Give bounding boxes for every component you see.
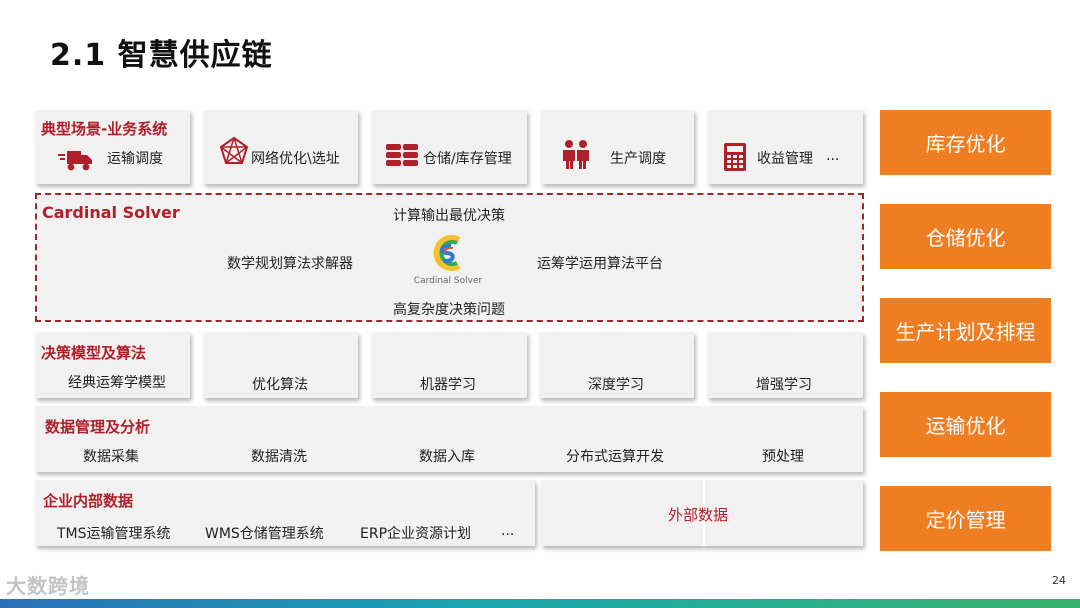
internal-item-wms: WMS仓储管理系统 — [205, 526, 324, 542]
models-section-title: 决策模型及算法 — [41, 344, 147, 362]
internal-data-title: 企业内部数据 — [43, 492, 134, 510]
watermark: 大数跨境 — [6, 574, 90, 598]
models-box-rl: 增强学习 — [707, 332, 863, 398]
app-transport-optimization: 运输优化 — [880, 392, 1051, 457]
network-icon — [219, 136, 249, 164]
solver-bottom-text: 高复杂度决策问题 — [393, 302, 505, 318]
solver-top-text: 计算输出最优决策 — [393, 208, 505, 224]
models-item-classic: 经典运筹学模型 — [68, 375, 166, 391]
models-box-ml: 机器学习 — [371, 332, 527, 398]
scenario-box-warehouse: 仓储/库存管理 — [371, 110, 527, 184]
models-item-ml: 机器学习 — [420, 377, 476, 393]
app-warehouse-label: 仓储优化 — [925, 226, 1006, 250]
app-inventory-optimization: 库存优化 — [880, 110, 1051, 175]
app-production-label: 生产计划及排程 — [895, 320, 1036, 344]
scenario-label-warehouse: 仓储/库存管理 — [423, 151, 512, 167]
scenario-box-transport: 典型场景-业务系统 运输调度 — [35, 110, 190, 184]
page-number: 24 — [1052, 574, 1066, 587]
data-item-preprocessing: 预处理 — [762, 449, 804, 465]
internal-item-erp: ERP企业资源计划 — [360, 526, 472, 542]
app-inventory-label: 库存优化 — [925, 132, 1006, 156]
data-item-collection: 数据采集 — [83, 449, 139, 465]
footer-bar — [0, 599, 1080, 608]
internal-item-tms: TMS运输管理系统 — [57, 526, 171, 542]
truck-icon — [58, 151, 92, 171]
solver-right-text: 运筹学运用算法平台 — [537, 256, 663, 272]
solver-left-text: 数学规划算法求解器 — [227, 256, 353, 272]
scenario-box-revenue: 收益管理 ... — [707, 110, 863, 184]
models-item-optimization: 优化算法 — [252, 377, 308, 393]
database-icon — [386, 144, 418, 166]
scenario-label-revenue: 收益管理 — [757, 151, 813, 167]
scenario-ellipsis: ... — [826, 148, 840, 164]
scenario-box-network: 网络优化\选址 — [203, 110, 358, 184]
models-box-classic: 决策模型及算法 经典运筹学模型 — [35, 332, 190, 398]
calculator-icon — [724, 143, 746, 171]
data-management-title: 数据管理及分析 — [45, 418, 151, 436]
external-data-box: 外部数据 — [541, 480, 863, 546]
scenario-label-transport: 运输调度 — [107, 151, 163, 167]
data-item-distributed: 分布式运算开发 — [566, 449, 664, 465]
data-management-box: 数据管理及分析 数据采集 数据清洗 数据入库 分布式运算开发 预处理 — [35, 406, 863, 472]
page-title: 2.1 智慧供应链 — [50, 38, 273, 73]
data-item-cleaning: 数据清洗 — [251, 449, 307, 465]
scenario-section-title: 典型场景-业务系统 — [41, 120, 168, 138]
app-pricing-management: 定价管理 — [880, 486, 1051, 551]
models-item-rl: 增强学习 — [756, 377, 812, 393]
workers-icon — [563, 140, 589, 169]
models-box-dl: 深度学习 — [539, 332, 694, 398]
scenario-label-network: 网络优化\选址 — [251, 151, 340, 167]
models-box-optimization: 优化算法 — [203, 332, 358, 398]
models-item-dl: 深度学习 — [588, 377, 644, 393]
solver-logo-text: Cardinal Solver — [413, 276, 483, 286]
external-data-title: 外部数据 — [668, 506, 729, 524]
scenario-box-production: 生产调度 — [541, 110, 694, 184]
cardinal-solver-logo-icon — [433, 235, 461, 271]
internal-data-box: 企业内部数据 TMS运输管理系统 WMS仓储管理系统 ERP企业资源计划 ... — [35, 480, 535, 546]
solver-title: Cardinal Solver — [42, 203, 180, 222]
app-production-planning: 生产计划及排程 — [880, 298, 1051, 363]
data-item-storage: 数据入库 — [419, 449, 475, 465]
app-warehouse-optimization: 仓储优化 — [880, 204, 1051, 269]
app-pricing-label: 定价管理 — [925, 508, 1006, 532]
scenario-label-production: 生产调度 — [610, 151, 666, 167]
app-transport-label: 运输优化 — [925, 414, 1006, 438]
internal-item-ellipsis: ... — [501, 523, 515, 539]
